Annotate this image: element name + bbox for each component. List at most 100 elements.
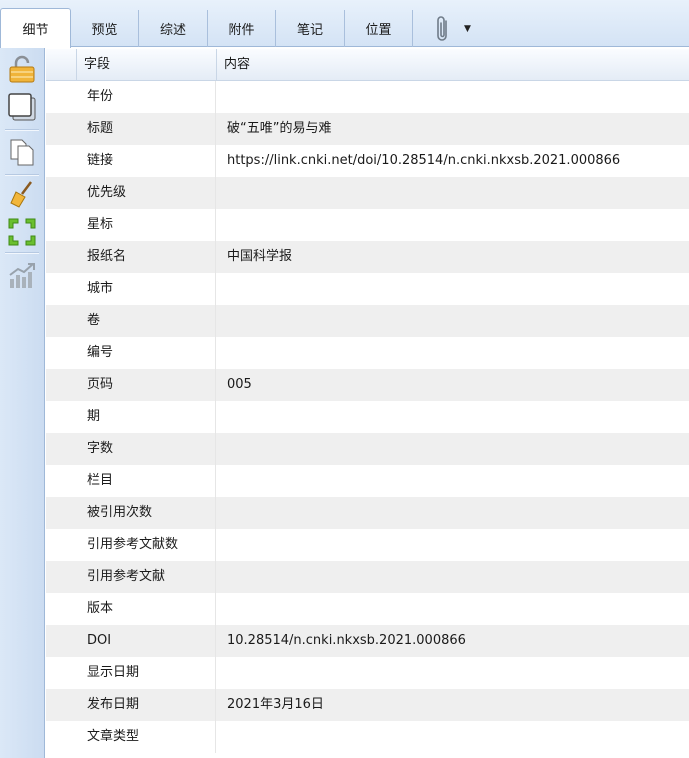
field-value-cell[interactable] bbox=[216, 305, 689, 337]
table-row[interactable]: 发布日期 2021年3月16日 bbox=[46, 689, 689, 721]
tab-attachments[interactable]: 附件 bbox=[208, 10, 276, 47]
tab-details[interactable]: 细节 bbox=[0, 8, 71, 48]
field-value-cell[interactable] bbox=[216, 465, 689, 497]
attachment-menu-button[interactable]: ▼ bbox=[434, 10, 494, 47]
toolbar-separator bbox=[5, 174, 39, 176]
field-value-cell[interactable] bbox=[216, 273, 689, 305]
tab-bar: 细节 预览 综述 附件 笔记 位置 ▼ bbox=[0, 0, 689, 48]
fit-arrows-icon bbox=[8, 218, 36, 246]
field-value-cell[interactable] bbox=[216, 209, 689, 241]
field-name-cell: 标题 bbox=[76, 113, 216, 145]
field-name-cell: 栏目 bbox=[76, 465, 216, 497]
field-name-cell: 优先级 bbox=[76, 177, 216, 209]
side-toolbar bbox=[0, 47, 45, 758]
table-row[interactable]: 文章类型 bbox=[46, 721, 689, 753]
table-row[interactable]: 年份 bbox=[46, 81, 689, 113]
field-name-cell: 被引用次数 bbox=[76, 497, 216, 529]
field-value-cell[interactable] bbox=[216, 177, 689, 209]
field-value-cell[interactable] bbox=[216, 497, 689, 529]
tab-label: 附件 bbox=[228, 23, 255, 38]
tab-location[interactable]: 位置 bbox=[345, 10, 413, 47]
field-value-cell[interactable] bbox=[216, 529, 689, 561]
field-value-cell[interactable] bbox=[216, 337, 689, 369]
window-icon bbox=[8, 93, 36, 121]
field-value-cell[interactable] bbox=[216, 657, 689, 689]
tab-summary[interactable]: 综述 bbox=[139, 10, 208, 47]
content-column-header[interactable]: 内容 bbox=[216, 49, 689, 81]
field-value-cell[interactable] bbox=[216, 81, 689, 113]
field-value-cell[interactable] bbox=[216, 593, 689, 625]
table-row[interactable]: 字数 bbox=[46, 433, 689, 465]
table-row[interactable]: 卷 bbox=[46, 305, 689, 337]
table-row[interactable]: 引用参考文献 bbox=[46, 561, 689, 593]
tab-label: 细节 bbox=[22, 23, 49, 38]
table-row[interactable]: DOI 10.28514/n.cnki.nkxsb.2021.000866 bbox=[46, 625, 689, 657]
field-name-cell: 文章类型 bbox=[76, 721, 216, 753]
field-name-cell: DOI bbox=[76, 625, 216, 657]
field-value-cell[interactable] bbox=[216, 433, 689, 465]
table-row[interactable]: 栏目 bbox=[46, 465, 689, 497]
field-column-header[interactable]: 字段 bbox=[76, 49, 216, 81]
table-row[interactable]: 城市 bbox=[46, 273, 689, 305]
table-row[interactable]: 页码 005 bbox=[46, 369, 689, 401]
table-row[interactable]: 引用参考文献数 bbox=[46, 529, 689, 561]
table-row[interactable]: 链接 https://link.cnki.net/doi/10.28514/n.c… bbox=[46, 145, 689, 177]
window-toggle-button[interactable] bbox=[6, 91, 38, 123]
field-name-cell: 字数 bbox=[76, 433, 216, 465]
tab-label: 综述 bbox=[159, 23, 186, 38]
tab-label: 预览 bbox=[91, 23, 118, 38]
field-name-cell: 页码 bbox=[76, 369, 216, 401]
table-row[interactable]: 期 bbox=[46, 401, 689, 433]
paperclip-icon bbox=[437, 15, 447, 41]
tab-preview[interactable]: 预览 bbox=[71, 10, 139, 47]
field-value-cell[interactable]: 中国科学报 bbox=[216, 241, 689, 273]
field-name-cell: 报纸名 bbox=[76, 241, 216, 273]
field-value-cell[interactable]: 2021年3月16日 bbox=[216, 689, 689, 721]
field-name-cell: 城市 bbox=[76, 273, 216, 305]
table-row[interactable]: 标题 破“五唯”的易与难 bbox=[46, 113, 689, 145]
field-value-cell[interactable] bbox=[216, 561, 689, 593]
table-row[interactable]: 显示日期 bbox=[46, 657, 689, 689]
field-value-cell[interactable]: 10.28514/n.cnki.nkxsb.2021.000866 bbox=[216, 625, 689, 657]
field-name-cell: 引用参考文献 bbox=[76, 561, 216, 593]
tab-label: 笔记 bbox=[296, 23, 323, 38]
field-name-cell: 星标 bbox=[76, 209, 216, 241]
field-name-cell: 版本 bbox=[76, 593, 216, 625]
field-name-cell: 编号 bbox=[76, 337, 216, 369]
chevron-down-icon: ▼ bbox=[464, 23, 471, 34]
table-row[interactable]: 版本 bbox=[46, 593, 689, 625]
field-name-cell: 年份 bbox=[76, 81, 216, 113]
field-name-cell: 发布日期 bbox=[76, 689, 216, 721]
field-value-cell[interactable] bbox=[216, 401, 689, 433]
field-value-cell[interactable]: https://link.cnki.net/doi/10.28514/n.cnk… bbox=[216, 145, 689, 177]
table-row[interactable]: 被引用次数 bbox=[46, 497, 689, 529]
field-name-cell: 引用参考文献数 bbox=[76, 529, 216, 561]
field-name-cell: 链接 bbox=[76, 145, 216, 177]
field-name-cell: 显示日期 bbox=[76, 657, 216, 689]
toolbar-separator bbox=[5, 129, 39, 131]
broom-icon bbox=[10, 181, 32, 208]
table-row[interactable]: 编号 bbox=[46, 337, 689, 369]
lock-open-icon bbox=[9, 55, 35, 83]
table-row[interactable]: 优先级 bbox=[46, 177, 689, 209]
field-value-cell[interactable]: 破“五唯”的易与难 bbox=[216, 113, 689, 145]
toolbar-separator bbox=[5, 252, 39, 254]
fit-view-button[interactable] bbox=[6, 216, 38, 248]
table-row[interactable]: 报纸名 中国科学报 bbox=[46, 241, 689, 273]
field-value-cell[interactable] bbox=[216, 721, 689, 753]
clear-button[interactable] bbox=[6, 178, 38, 210]
field-name-cell: 卷 bbox=[76, 305, 216, 337]
tab-label: 位置 bbox=[365, 23, 392, 38]
copy-icon bbox=[10, 139, 34, 166]
grid-rows: 年份 标题 破“五唯”的易与难 链接 https://link.cnki.net/doi… bbox=[46, 81, 689, 753]
field-name-cell: 期 bbox=[76, 401, 216, 433]
table-row[interactable]: 星标 bbox=[46, 209, 689, 241]
grid-header: 字段 内容 bbox=[46, 49, 689, 81]
unlock-button[interactable] bbox=[6, 53, 38, 85]
statistics-button[interactable] bbox=[6, 259, 38, 291]
property-grid: 字段 内容 年份 标题 破“五唯”的易与难 链接 https://link.cnki.n… bbox=[46, 49, 689, 758]
field-value-cell[interactable]: 005 bbox=[216, 369, 689, 401]
tab-notes[interactable]: 笔记 bbox=[276, 10, 345, 47]
chart-trend-icon bbox=[9, 263, 35, 288]
copy-button[interactable] bbox=[6, 136, 38, 168]
